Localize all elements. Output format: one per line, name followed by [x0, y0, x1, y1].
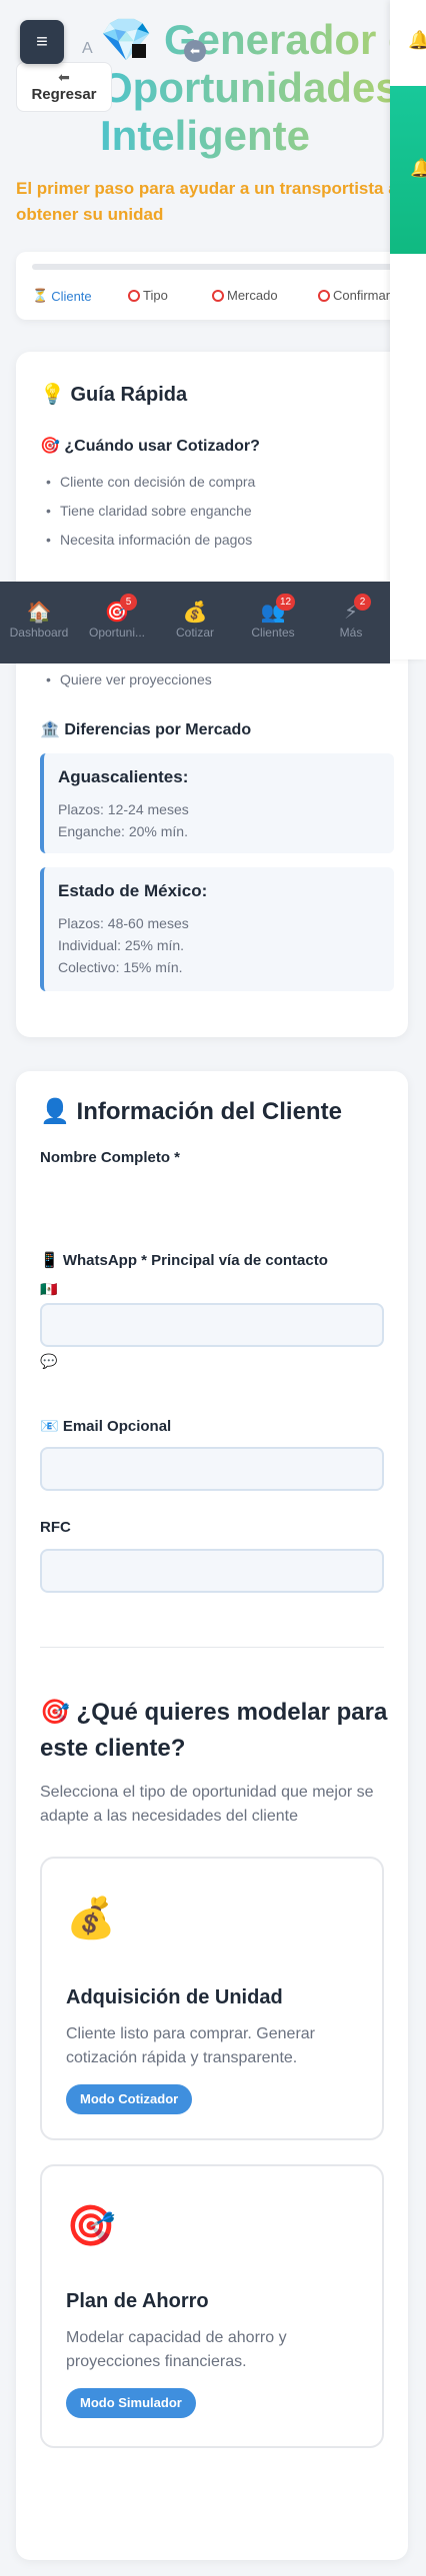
back-label: Regresar: [31, 86, 97, 103]
square-icon: [132, 44, 146, 58]
client-title: 👤 Información del Cliente: [40, 1098, 342, 1125]
back-circle-icon[interactable]: ⬅: [184, 40, 206, 62]
market-line: Enganche: 20% mín.: [58, 823, 188, 839]
list-item: Tiene claridad sobre enganche: [46, 503, 252, 519]
nav-label: Más: [339, 626, 363, 640]
back-arrow-icon: ⬅: [58, 69, 70, 85]
circle-icon: [318, 289, 330, 302]
nav-label: Cotizar: [175, 626, 214, 640]
bell-icon[interactable]: 🔔: [408, 30, 426, 51]
cotizador-mode-button[interactable]: Modo Cotizador: [66, 2084, 193, 2114]
step-tipo[interactable]: Tipo: [128, 288, 168, 303]
nav-clientes[interactable]: 👥 12 Clientes: [234, 594, 312, 640]
markets-title: 🏦 Diferencias por Mercado: [40, 721, 252, 738]
market-line: Plazos: 12-24 meses: [58, 801, 189, 817]
model-title: 🎯 ¿Qué quieres modelar para este cliente…: [40, 1699, 388, 1762]
users-icon: 👥: [260, 602, 286, 624]
lightning-icon: ⚡: [343, 602, 359, 624]
option-description: Cliente listo para comprar. Generar coti…: [66, 2025, 315, 2066]
rfc-input[interactable]: [40, 1549, 384, 1593]
market-line: Plazos: 48-60 meses: [58, 915, 189, 931]
nav-badge: 2: [354, 594, 371, 611]
nav-badge: 12: [276, 594, 296, 611]
bottom-navigation: 🏠 Dashboard 🎯 5 Oportuni... 💰 Cotizar 👥 …: [0, 582, 390, 663]
simulador-mode-button[interactable]: Modo Simulador: [66, 2388, 196, 2418]
ghost-letter: A: [82, 40, 93, 57]
step-label: Mercado: [227, 288, 278, 303]
bell-icon[interactable]: 🔔: [410, 158, 426, 179]
nav-oportunidades[interactable]: 🎯 5 Oportuni...: [78, 594, 156, 640]
title-line-3: Inteligente: [100, 112, 311, 159]
step-confirmar[interactable]: Confirmar: [318, 288, 390, 303]
option-plan-ahorro[interactable]: 🎯 Plan de Ahorro Modelar capacidad de ah…: [40, 2164, 384, 2448]
target-icon: 🎯: [104, 602, 130, 624]
mexico-flag-icon: 🇲🇽: [40, 1281, 58, 1297]
money-bag-icon: 💰: [182, 602, 208, 624]
step-label: Confirmar: [333, 288, 391, 303]
rfc-label: RFC: [40, 1519, 71, 1536]
market-line: Colectivo: 15% mín.: [58, 959, 183, 975]
market-aguascalientes: Aguascalientes: Plazos: 12-24 meses Enga…: [40, 753, 394, 853]
client-info-card: 👤 Información del Cliente Nombre Complet…: [16, 1071, 408, 2560]
quick-guide-card: 💡 Guía Rápida 🎯 ¿Cuándo usar Cotizador? …: [16, 352, 408, 1037]
circle-icon: [212, 289, 224, 302]
circle-icon: [128, 289, 140, 302]
market-estado-de-mexico: Estado de México: Plazos: 48-60 meses In…: [40, 867, 394, 991]
nav-dashboard[interactable]: 🏠 Dashboard: [0, 600, 78, 640]
option-description: Modelar capacidad de ahorro y proyeccion…: [66, 2329, 287, 2370]
option-adquisicion[interactable]: 💰 Adquisición de Unidad Cliente listo pa…: [40, 1857, 384, 2140]
nav-label: Clientes: [251, 626, 295, 640]
whatsapp-label: 📱 WhatsApp * Principal vía de contacto: [40, 1252, 328, 1269]
option-title: Plan de Ahorro: [66, 2290, 209, 2312]
step-mercado[interactable]: Mercado: [212, 288, 278, 303]
step-cliente[interactable]: ⏳ Cliente: [32, 288, 92, 304]
money-bag-icon: 💰: [66, 1897, 116, 1940]
option-title: Adquisición de Unidad: [66, 1986, 283, 2008]
progress-steps: ⏳ Cliente Tipo Mercado Confirmar: [16, 252, 412, 320]
when-title: 🎯 ¿Cuándo usar Cotizador?: [40, 438, 260, 455]
title-line-2: Oportunidades: [100, 64, 399, 111]
back-button[interactable]: ⬅ Regresar: [16, 62, 112, 112]
chat-icon: 💬: [40, 1353, 58, 1369]
progress-bar: [32, 264, 412, 270]
model-description: Selecciona el tipo de oportunidad que me…: [40, 1784, 374, 1825]
nav-label: Oportuni...: [88, 626, 146, 640]
divider: [40, 1647, 384, 1648]
page-subtitle: El primer paso para ayudar a un transpor…: [16, 179, 398, 224]
email-input[interactable]: [40, 1447, 384, 1491]
target-icon: 🎯: [66, 2204, 116, 2248]
whatsapp-input[interactable]: [40, 1303, 384, 1347]
guide-title: 💡 Guía Rápida: [40, 384, 188, 406]
page: 🔔 🔔 ≡ A ⬅ ⬅ Regresar 💎 Generador de Opor…: [0, 0, 426, 2576]
page-title: 💎 Generador de Oportunidades Inteligente: [100, 16, 426, 160]
nav-label: Dashboard: [9, 626, 69, 640]
market-line: Individual: 25% mín.: [58, 937, 185, 953]
step-label: Tipo: [143, 288, 168, 303]
email-label: 📧 Email Opcional: [40, 1418, 172, 1435]
nav-mas[interactable]: ⚡ 2 Más: [312, 594, 390, 640]
step-label: Cliente: [51, 288, 92, 304]
market-name: Aguascalientes:: [58, 767, 189, 786]
hourglass-icon: ⏳: [32, 288, 49, 303]
nav-cotizar[interactable]: 💰 Cotizar: [156, 600, 234, 640]
market-name: Estado de México:: [58, 881, 208, 900]
nav-badge: 5: [120, 594, 137, 611]
list-item: Necesita información de pagos: [46, 532, 252, 548]
list-item: Cliente con decisión de compra: [46, 474, 255, 490]
name-label: Nombre Completo *: [40, 1149, 181, 1166]
menu-button[interactable]: ≡: [20, 20, 64, 64]
list-item: Quiere ver proyecciones: [46, 671, 212, 687]
home-icon: 🏠: [26, 602, 52, 624]
